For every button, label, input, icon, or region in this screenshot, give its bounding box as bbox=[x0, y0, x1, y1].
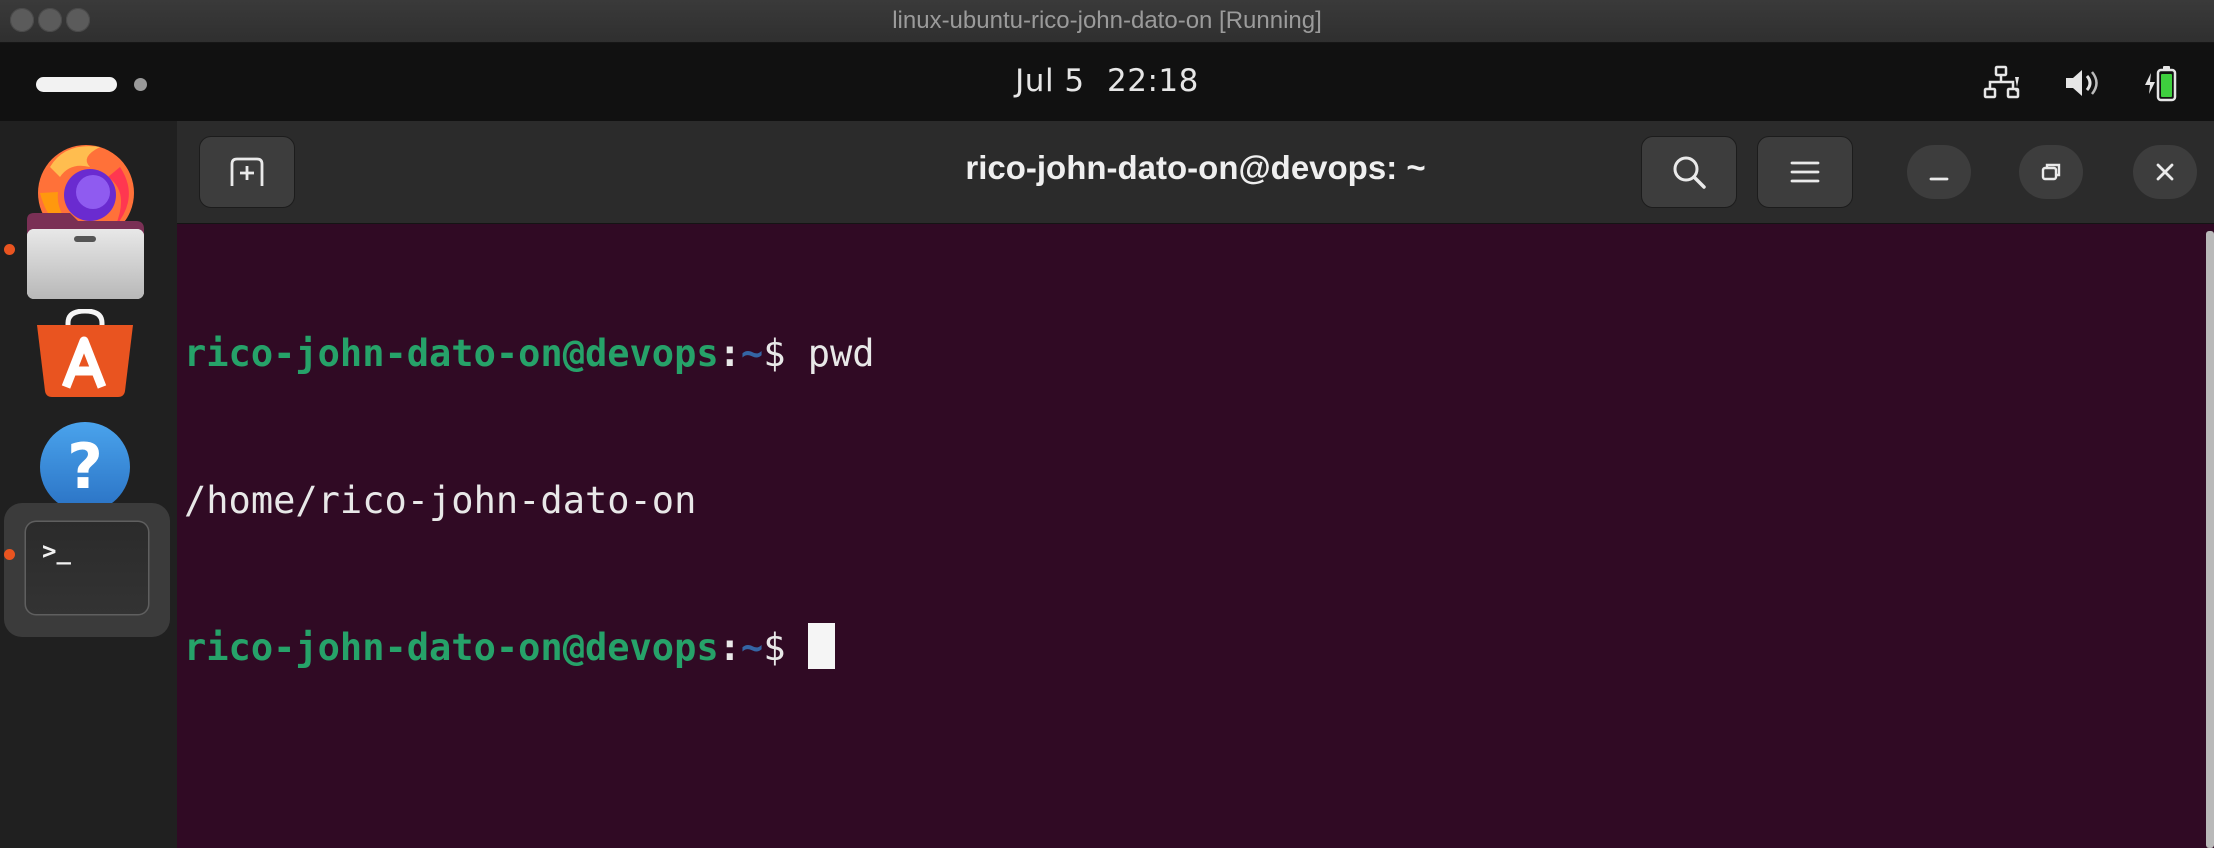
files-running-indicator bbox=[4, 244, 15, 255]
command-text bbox=[785, 626, 807, 669]
prompt-symbol: $ bbox=[763, 626, 786, 669]
terminal-icon: >_ bbox=[24, 520, 150, 616]
terminal-header-bar[interactable]: rico-john-dato-on@devops: ~ bbox=[177, 121, 2214, 224]
terminal-line: /home/rico-john-dato-on bbox=[184, 476, 2194, 525]
minimize-icon bbox=[1929, 177, 1949, 181]
restore-icon bbox=[2041, 163, 2061, 181]
prompt-path: ~ bbox=[740, 626, 764, 669]
battery-icon[interactable] bbox=[2140, 63, 2180, 105]
terminal-window[interactable]: rico-john-dato-on@devops: ~ rico-john-da… bbox=[177, 121, 2214, 848]
restore-button[interactable] bbox=[2019, 145, 2083, 199]
terminal-line: rico-john-dato-on@devops:~$ bbox=[184, 623, 2194, 672]
top-panel: Jul 5 22:18 bbox=[0, 43, 2214, 121]
prompt-path: ~ bbox=[740, 332, 764, 375]
prompt-symbol: $ bbox=[763, 332, 786, 375]
time-label: 22:18 bbox=[1107, 63, 1199, 99]
hamburger-menu-icon bbox=[1790, 161, 1820, 183]
terminal-output[interactable]: rico-john-dato-on@devops:~$ pwd /home/ri… bbox=[184, 231, 2194, 770]
dock-item-terminal[interactable]: >_ bbox=[4, 503, 170, 637]
close-icon bbox=[2156, 163, 2174, 181]
host-title-bar: linux-ubuntu-rico-john-dato-on [Running] bbox=[0, 0, 2214, 43]
software-store-icon bbox=[37, 308, 133, 397]
host-window-title: linux-ubuntu-rico-john-dato-on [Running] bbox=[892, 7, 1322, 34]
terminal-glyph: >_ bbox=[42, 537, 71, 565]
network-icon[interactable] bbox=[1982, 63, 2026, 103]
command-output: /home/rico-john-dato-on bbox=[184, 479, 697, 522]
screen: linux-ubuntu-rico-john-dato-on [Running]… bbox=[0, 0, 2214, 848]
terminal-running-indicator bbox=[4, 549, 15, 560]
terminal-scrollbar[interactable] bbox=[2206, 231, 2214, 848]
help-glyph: ? bbox=[67, 430, 103, 503]
minimize-button[interactable] bbox=[1907, 145, 1971, 199]
search-icon bbox=[1673, 156, 1706, 189]
date-time-button[interactable]: Jul 5 22:18 bbox=[0, 63, 2214, 99]
prompt-user-host: rico-john-dato-on@devops bbox=[184, 626, 719, 669]
close-button[interactable] bbox=[2133, 145, 2197, 199]
text-cursor bbox=[807, 623, 835, 669]
prompt-user-host: rico-john-dato-on@devops bbox=[184, 332, 719, 375]
dock-item-ubuntu-software[interactable] bbox=[20, 308, 150, 419]
search-button[interactable] bbox=[1641, 136, 1737, 208]
files-icon bbox=[27, 213, 144, 299]
menu-button[interactable] bbox=[1757, 136, 1853, 208]
dock-item-files[interactable] bbox=[20, 195, 150, 305]
dock: ? >_ bbox=[0, 121, 177, 848]
prompt-colon: : bbox=[718, 626, 741, 669]
command-text: pwd bbox=[785, 332, 875, 375]
terminal-line: rico-john-dato-on@devops:~$ pwd bbox=[184, 329, 2194, 378]
volume-icon[interactable] bbox=[2062, 63, 2104, 103]
prompt-colon: : bbox=[718, 332, 741, 375]
date-label: Jul 5 bbox=[1015, 63, 1085, 99]
